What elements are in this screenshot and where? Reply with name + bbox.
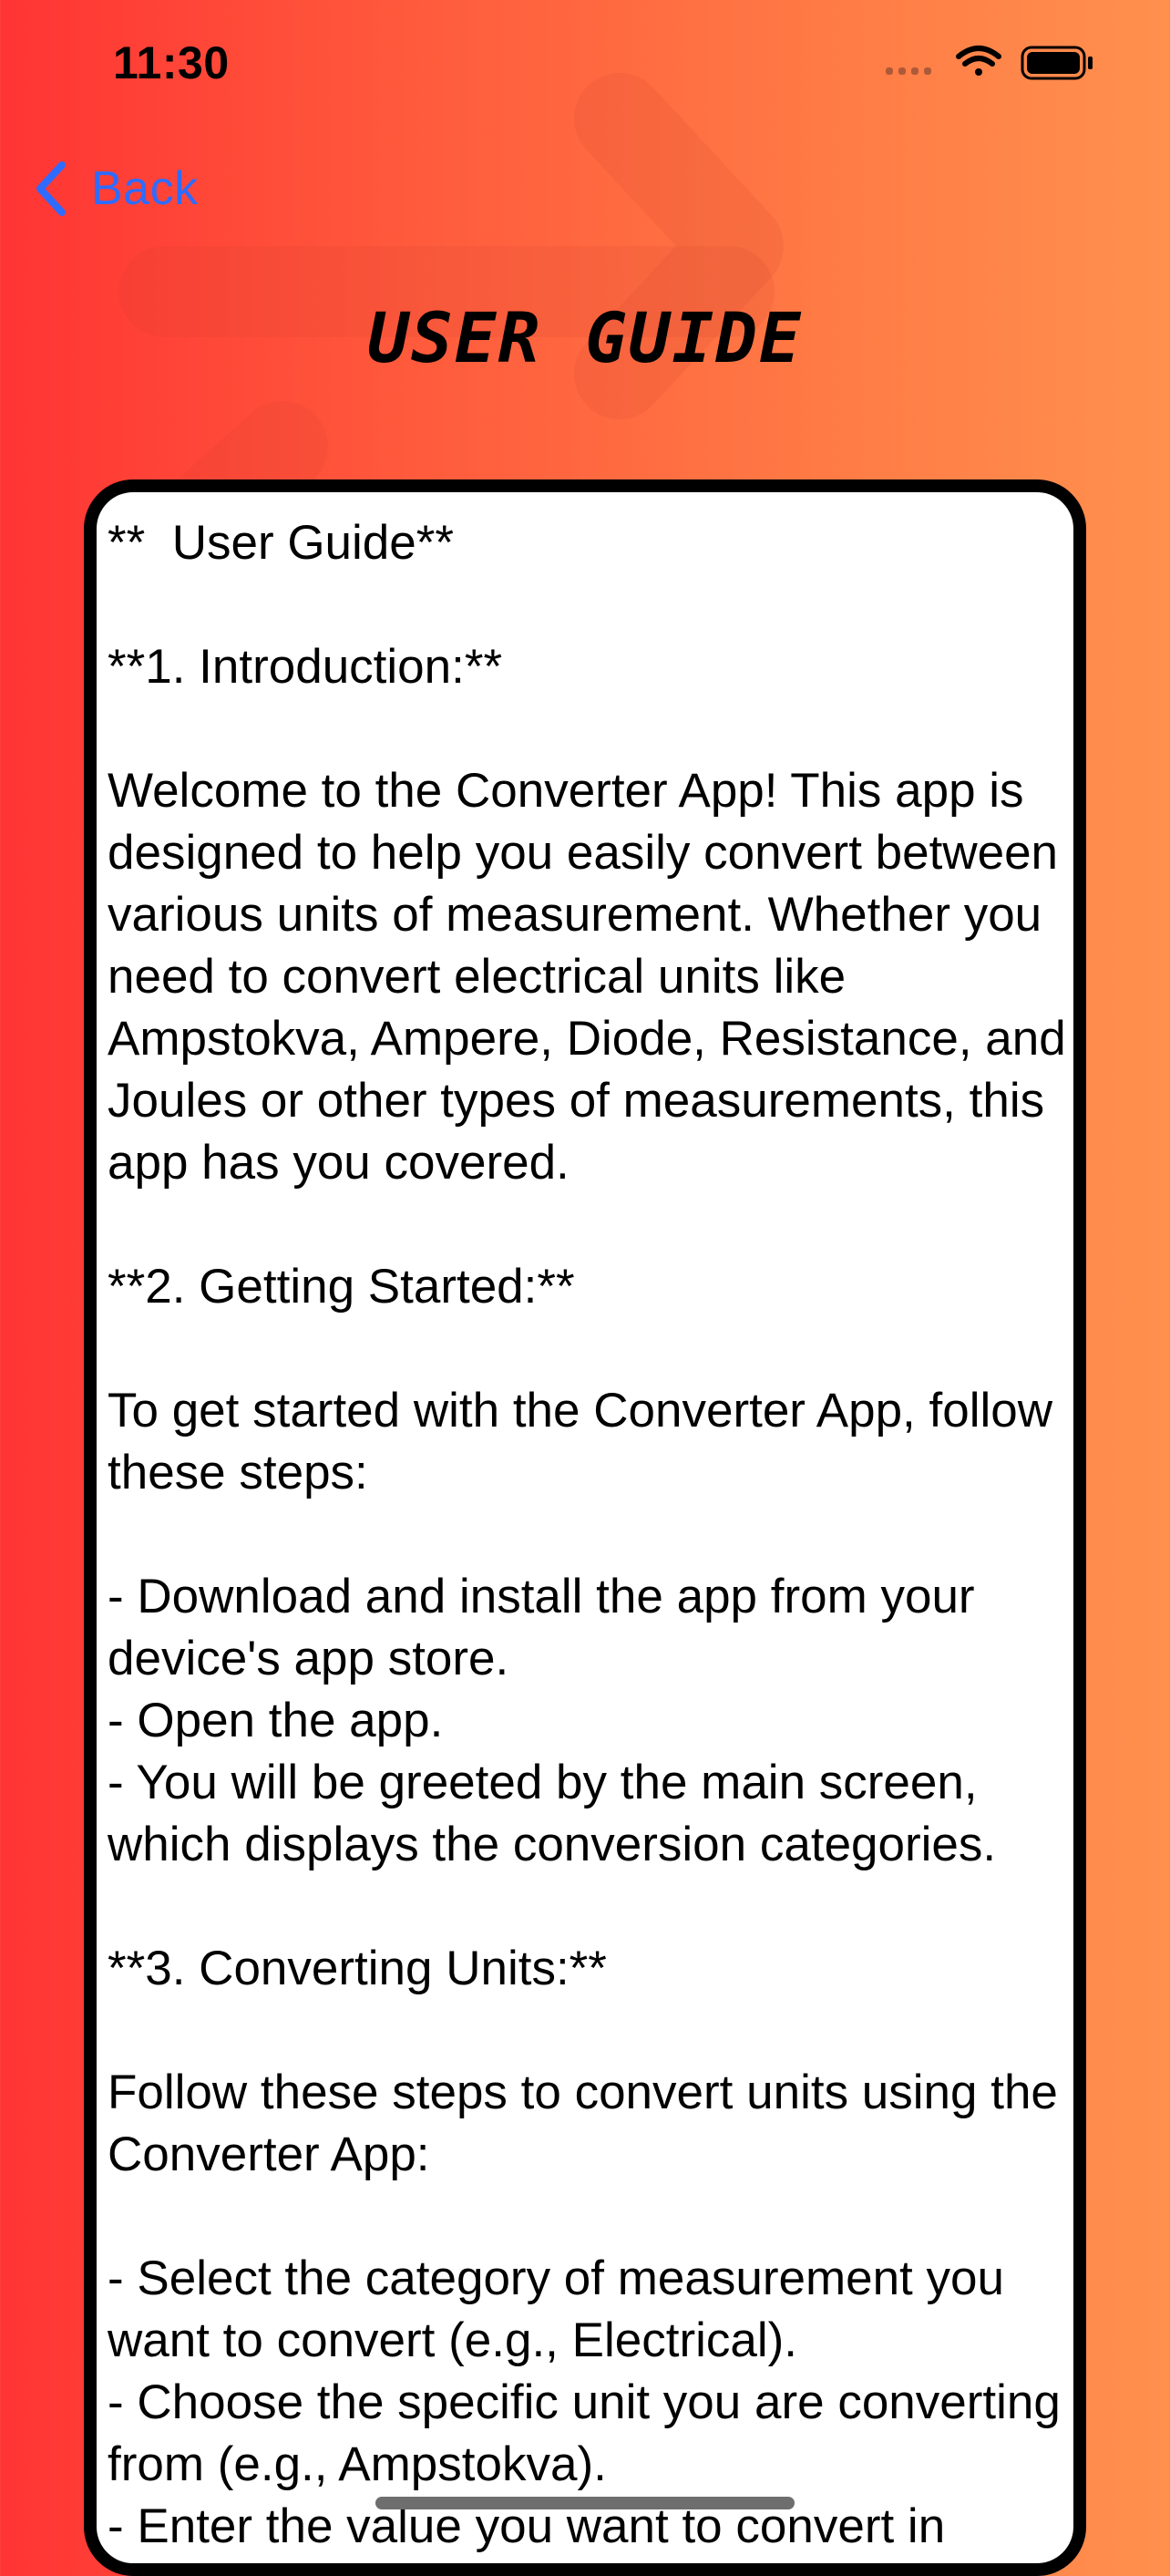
- wifi-icon: [956, 46, 1001, 76]
- battery-icon: [1021, 46, 1093, 80]
- user-guide-text-view[interactable]: ** User Guide** **1. Introduction:** Wel…: [84, 479, 1086, 2576]
- chevron-left-icon: [36, 161, 66, 216]
- scroll-indicator[interactable]: [375, 2497, 795, 2509]
- back-button-label: Back: [91, 162, 199, 215]
- status-time: 11:30: [113, 37, 230, 88]
- user-guide-content: ** User Guide** **1. Introduction:** Wel…: [108, 516, 1066, 2553]
- status-icons: [886, 46, 1093, 80]
- status-bar: 11:30: [0, 0, 1170, 128]
- back-button[interactable]: Back: [33, 155, 199, 222]
- cellular-signal-icon: [886, 67, 931, 75]
- page-title: USER GUIDE: [367, 297, 803, 378]
